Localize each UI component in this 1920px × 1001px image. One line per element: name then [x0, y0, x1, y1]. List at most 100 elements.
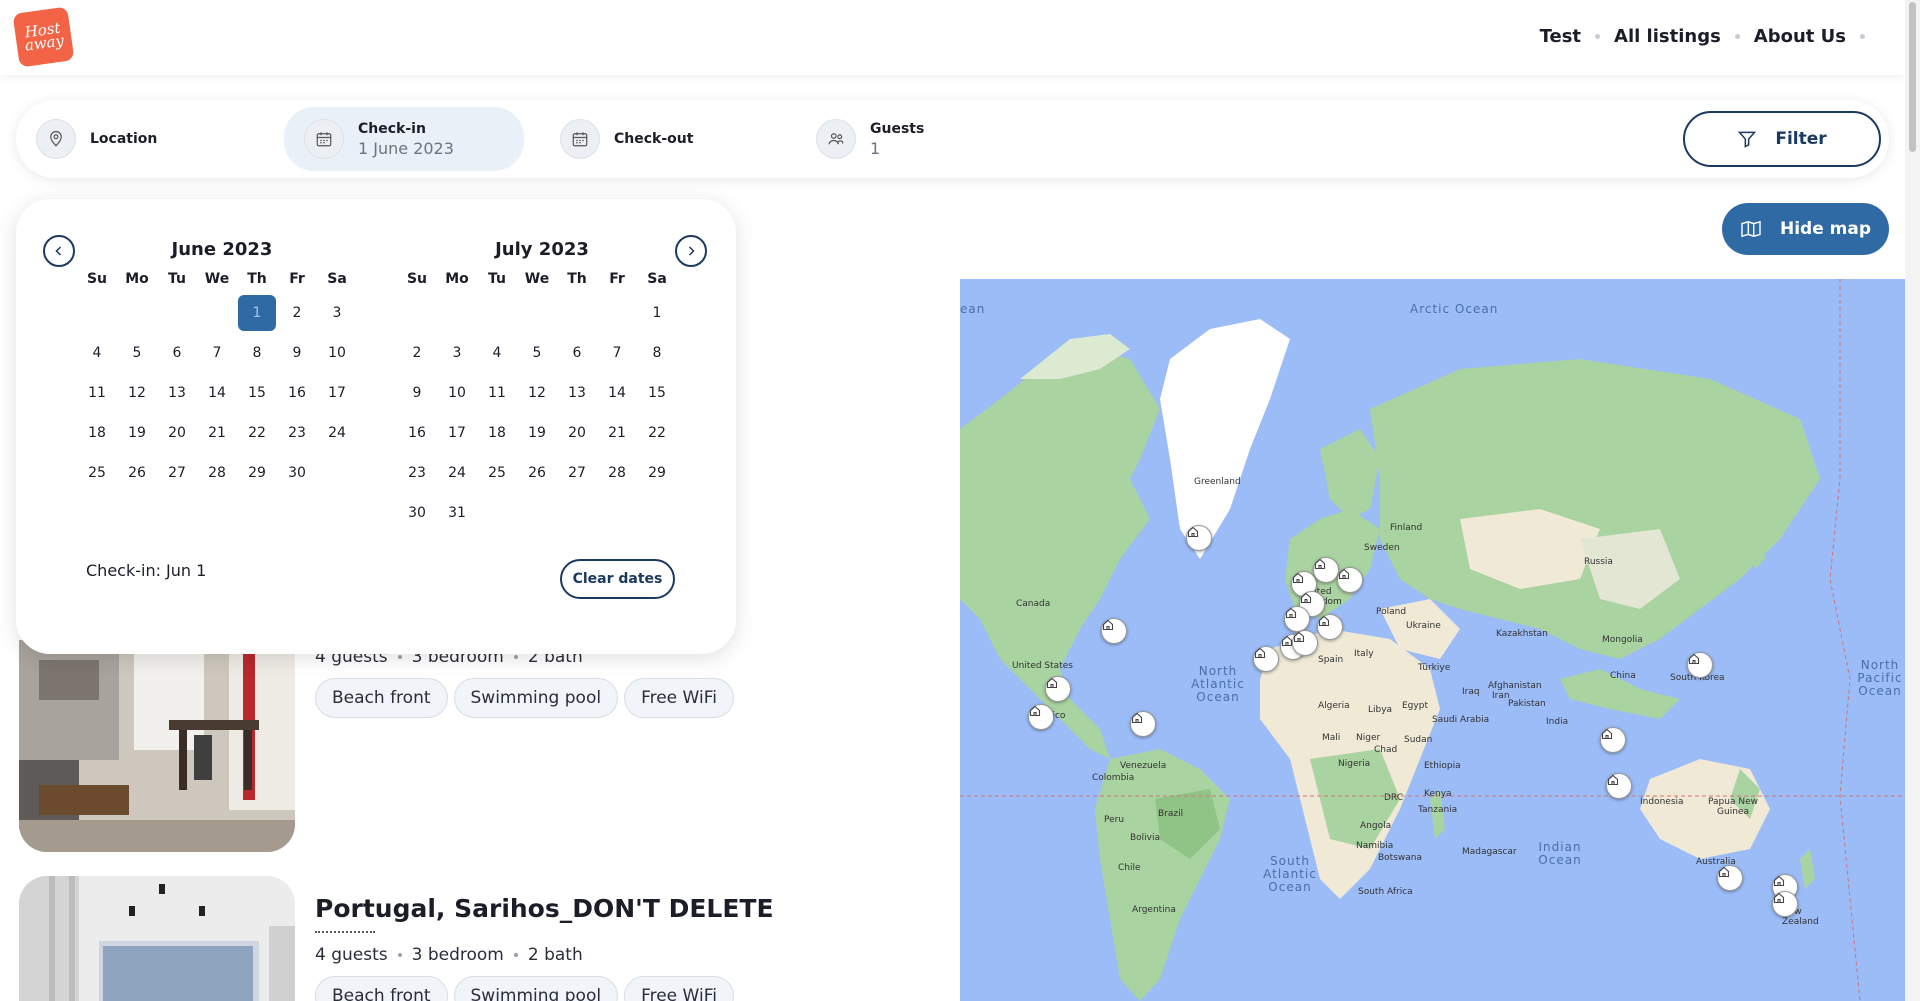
calendar-day[interactable]: 19: [117, 413, 157, 453]
calendar-day[interactable]: 29: [237, 453, 277, 493]
calendar-day[interactable]: 12: [117, 373, 157, 413]
calendar-day[interactable]: 15: [637, 373, 677, 413]
calendar-day[interactable]: 6: [557, 333, 597, 373]
calendar-day[interactable]: 23: [397, 453, 437, 493]
checkin-field[interactable]: Check-in 1 June 2023: [284, 107, 524, 171]
calendar-day[interactable]: 24: [437, 453, 477, 493]
calendar-day[interactable]: 5: [117, 333, 157, 373]
page-scrollbar[interactable]: [1905, 0, 1920, 1001]
listing-pin[interactable]: [1186, 525, 1212, 551]
calendar-day[interactable]: 26: [517, 453, 557, 493]
checkout-field[interactable]: Check-out: [540, 107, 770, 171]
listing-pin[interactable]: [1606, 773, 1632, 799]
calendar-day[interactable]: 11: [477, 373, 517, 413]
listing-pin[interactable]: [1045, 676, 1071, 702]
listing-title-2[interactable]: Portugal, Sarihos_DON'T DELETE: [315, 894, 774, 923]
calendar-day[interactable]: 4: [477, 333, 517, 373]
listing-photo-1[interactable]: [19, 640, 295, 852]
calendar-day[interactable]: 23: [277, 413, 317, 453]
filter-button[interactable]: Filter: [1683, 111, 1881, 167]
calendar-day[interactable]: 17: [437, 413, 477, 453]
calendar-day[interactable]: 14: [197, 373, 237, 413]
calendar-day[interactable]: 9: [397, 373, 437, 413]
calendar-day[interactable]: 10: [317, 333, 357, 373]
calendar-day[interactable]: 24: [317, 413, 357, 453]
calendar-day[interactable]: 20: [157, 413, 197, 453]
calendar-day[interactable]: 3: [437, 333, 477, 373]
scrollbar-thumb[interactable]: [1909, 2, 1916, 152]
calendar-day[interactable]: 7: [597, 333, 637, 373]
calendar-day[interactable]: 30: [277, 453, 317, 493]
hide-map-button[interactable]: Hide map: [1722, 203, 1889, 255]
calendar-day[interactable]: 6: [157, 333, 197, 373]
calendar-day[interactable]: 17: [317, 373, 357, 413]
title-underline: [315, 931, 375, 933]
calendar-day[interactable]: 20: [557, 413, 597, 453]
listing-pin[interactable]: [1313, 557, 1339, 583]
calendar-day[interactable]: 30: [397, 493, 437, 533]
world-map[interactable]: ean Arctic Ocean North Atlantic Ocean So…: [960, 279, 1905, 1001]
calendar-day[interactable]: 31: [437, 493, 477, 533]
calendar-day[interactable]: 16: [277, 373, 317, 413]
nav-link-all-listings[interactable]: All listings: [1614, 26, 1721, 47]
listing-pin[interactable]: [1130, 711, 1156, 737]
calendar-day[interactable]: 15: [237, 373, 277, 413]
calendar-day[interactable]: 25: [77, 453, 117, 493]
listing-pin[interactable]: [1687, 652, 1713, 678]
nav-link-about-us[interactable]: About Us: [1754, 26, 1846, 47]
calendar-day[interactable]: 13: [557, 373, 597, 413]
calendar-day[interactable]: 2: [397, 333, 437, 373]
calendar-day[interactable]: 18: [477, 413, 517, 453]
guests-field[interactable]: Guests 1: [796, 107, 1026, 171]
country-label: Argentina: [1132, 905, 1176, 915]
calendar-day[interactable]: 26: [117, 453, 157, 493]
hostaway-logo[interactable]: Host away: [12, 6, 75, 68]
calendar-day[interactable]: 2: [277, 293, 317, 333]
location-field[interactable]: Location: [16, 107, 266, 171]
calendar-day[interactable]: 1: [637, 293, 677, 333]
calendar-day[interactable]: 7: [197, 333, 237, 373]
calendar-day[interactable]: 25: [477, 453, 517, 493]
calendar-day[interactable]: 10: [437, 373, 477, 413]
previous-month-button[interactable]: [43, 235, 75, 267]
calendar-day[interactable]: 12: [517, 373, 557, 413]
calendar-day[interactable]: 22: [237, 413, 277, 453]
calendar-day[interactable]: 3: [317, 293, 357, 333]
calendar-day[interactable]: 29: [637, 453, 677, 493]
listing-photo-2[interactable]: [19, 876, 295, 1001]
empty-day-cell: [517, 293, 557, 333]
calendar-day[interactable]: 14: [597, 373, 637, 413]
listing-pin[interactable]: [1253, 646, 1279, 672]
listing-pin[interactable]: [1292, 630, 1318, 656]
calendar-day[interactable]: 28: [597, 453, 637, 493]
calendar-day[interactable]: 16: [397, 413, 437, 453]
listing-pin[interactable]: [1101, 618, 1127, 644]
calendar-day[interactable]: 21: [197, 413, 237, 453]
calendar-day[interactable]: 13: [157, 373, 197, 413]
calendar-day[interactable]: 22: [637, 413, 677, 453]
listing-pin[interactable]: [1337, 567, 1363, 593]
listing-pin[interactable]: [1284, 606, 1310, 632]
calendar-day[interactable]: 5: [517, 333, 557, 373]
calendar-day[interactable]: 11: [77, 373, 117, 413]
listing-pin[interactable]: [1317, 614, 1343, 640]
calendar-day[interactable]: 27: [557, 453, 597, 493]
calendar-icon: [304, 119, 344, 159]
calendar-day[interactable]: 19: [517, 413, 557, 453]
listing-pin[interactable]: [1717, 865, 1743, 891]
listing-pin[interactable]: [1600, 727, 1626, 753]
calendar-day[interactable]: 9: [277, 333, 317, 373]
calendar-day[interactable]: 8: [237, 333, 277, 373]
calendar-day[interactable]: 8: [637, 333, 677, 373]
calendar-day[interactable]: 27: [157, 453, 197, 493]
listing-pin[interactable]: [1772, 891, 1798, 917]
selected-day[interactable]: 1: [237, 293, 277, 333]
calendar-day[interactable]: 4: [77, 333, 117, 373]
calendar-day[interactable]: 18: [77, 413, 117, 453]
amenity-tag: Free WiFi: [624, 678, 734, 718]
calendar-day[interactable]: 28: [197, 453, 237, 493]
clear-dates-button[interactable]: Clear dates: [560, 559, 675, 599]
calendar-day[interactable]: 21: [597, 413, 637, 453]
listing-pin[interactable]: [1028, 704, 1054, 730]
nav-link-test[interactable]: Test: [1540, 26, 1581, 47]
